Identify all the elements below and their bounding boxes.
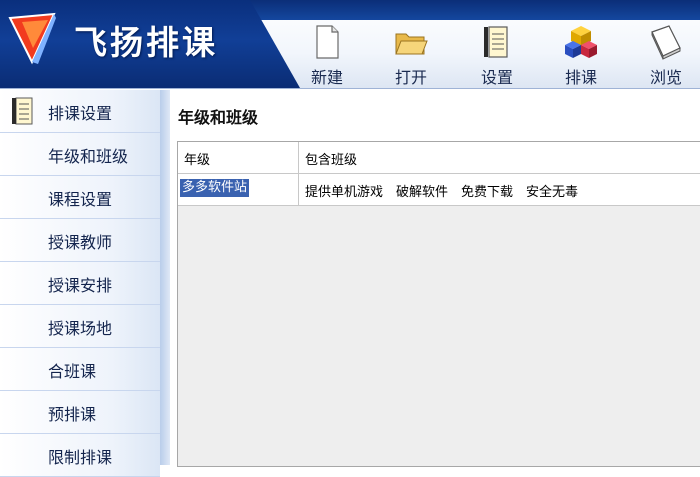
sidebar-item-grades-classes[interactable]: 年级和班级	[0, 133, 160, 176]
table-row[interactable]: 多多软件站 提供单机游戏 破解软件 免费下载 安全无毒	[178, 174, 700, 206]
column-header-label: 包含班级	[305, 153, 358, 168]
settings-button[interactable]: 设置	[464, 22, 530, 87]
sidebar-item-arrangements[interactable]: 授课安排	[0, 262, 160, 305]
browse-button-label: 浏览	[649, 68, 682, 87]
sidebar-item-label: 排课设置	[48, 104, 113, 123]
new-file-icon	[316, 25, 339, 59]
sidebar-item-venues[interactable]: 授课场地	[0, 305, 160, 348]
sidebar: 排课设置 年级和班级 课程设置 授课教师 授课安排 授课场地 合班课 预排课 限…	[0, 90, 160, 477]
open-button-label: 打开	[394, 68, 427, 87]
cell-text: 提供单机游戏 破解软件 免费下载 安全无毒	[305, 185, 579, 200]
open-button[interactable]: 打开	[378, 22, 444, 87]
sidebar-item-schedule-settings[interactable]: 排课设置	[0, 90, 160, 133]
schedule-button[interactable]: 排课	[548, 22, 614, 87]
sidebar-item-restrictions[interactable]: 限制排课	[0, 434, 160, 477]
sidebar-item-label: 授课场地	[48, 319, 113, 338]
sidebar-item-label: 限制排课	[48, 448, 113, 467]
grades-table: 年级 包含班级 多多软件站 提供单机游戏 破解软件 免费下载 安全无毒	[177, 141, 700, 467]
main-panel: 年级和班级 年级 包含班级 多多软件站 提供单机游戏 破解软件 免费下载 安全无…	[170, 90, 700, 467]
table-cell-grade[interactable]: 多多软件站	[178, 174, 299, 205]
blocks-icon	[565, 26, 597, 58]
main-toolbar: 新建 打开 设置 排课 浏览	[290, 22, 700, 87]
sidebar-item-teachers[interactable]: 授课教师	[0, 219, 160, 262]
sidebar-item-pre-schedule[interactable]: 预排课	[0, 391, 160, 434]
new-button[interactable]: 新建	[294, 22, 360, 87]
column-header-label: 年级	[184, 153, 211, 168]
notebook-icon	[12, 97, 33, 125]
table-cell-classes[interactable]: 提供单机游戏 破解软件 免费下载 安全无毒	[299, 174, 700, 205]
book-icon	[651, 25, 681, 60]
sidebar-item-combined-classes[interactable]: 合班课	[0, 348, 160, 391]
table-header: 年级 包含班级	[178, 142, 700, 174]
selected-cell-text: 多多软件站	[180, 179, 250, 197]
sidebar-item-courses[interactable]: 课程设置	[0, 176, 160, 219]
app-title: 飞扬排课	[74, 23, 218, 62]
settings-button-label: 设置	[480, 68, 513, 87]
app-header: 飞扬排课 新建 打开 设置 排课 浏览	[0, 0, 700, 89]
schedule-button-label: 排课	[564, 68, 597, 87]
column-header-classes[interactable]: 包含班级	[299, 142, 700, 173]
column-header-grade[interactable]: 年级	[178, 142, 299, 173]
sidebar-item-label: 年级和班级	[48, 147, 129, 166]
app-logo-icon	[8, 12, 56, 65]
sidebar-item-label: 合班课	[48, 362, 97, 381]
sidebar-item-label: 课程设置	[48, 190, 113, 209]
sidebar-item-label: 授课安排	[48, 276, 113, 295]
browse-button[interactable]: 浏览	[633, 22, 699, 87]
folder-open-icon	[395, 33, 428, 55]
page-title: 年级和班级	[178, 108, 259, 127]
sidebar-item-label: 预排课	[48, 405, 97, 424]
new-button-label: 新建	[310, 68, 343, 87]
sidebar-item-label: 授课教师	[48, 233, 113, 252]
table-empty-area	[178, 206, 700, 464]
settings-document-icon	[484, 26, 508, 58]
sidebar-divider	[160, 90, 170, 465]
